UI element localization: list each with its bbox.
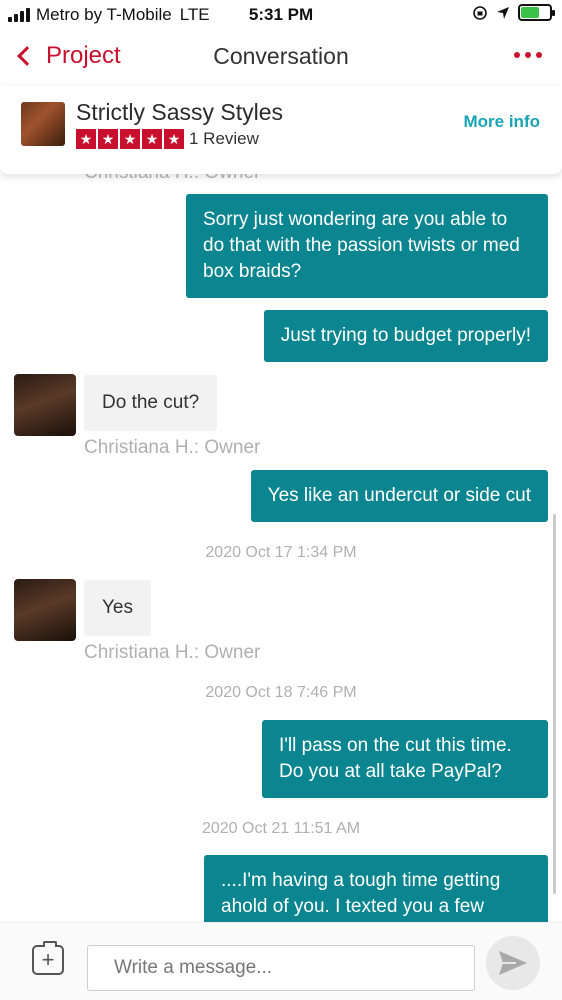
incoming-message[interactable]: Yes (84, 580, 151, 636)
sender-label: Christiana H.: Owner (84, 642, 261, 663)
composer: + (0, 922, 562, 1000)
timestamp: 2020 Oct 17 1:34 PM (205, 544, 357, 561)
outgoing-message[interactable]: Just trying to budget properly! (263, 310, 548, 362)
star-icon: ★ (120, 129, 140, 149)
dot-icon (525, 52, 531, 58)
star-icon: ★ (164, 129, 184, 149)
timestamp: 2020 Oct 21 11:51 AM (201, 820, 361, 837)
dot-icon (514, 52, 520, 58)
battery-icon (518, 4, 555, 21)
review-count[interactable]: 1 Review (189, 129, 259, 149)
message-list[interactable]: Christiana H.: Owner Sorry just wonderin… (0, 174, 562, 922)
outgoing-message[interactable]: ....I'm having a tough time getting ahol… (204, 855, 548, 922)
status-bar: Metro by T-Mobile LTE 5:31 PM (0, 0, 562, 30)
add-photo-button[interactable]: + (32, 941, 64, 975)
vendor-rating: ★ ★ ★ ★ ★ 1 Review (76, 129, 259, 149)
dot-icon (536, 52, 542, 58)
more-info-link[interactable]: More info (464, 112, 541, 132)
send-button[interactable] (486, 936, 540, 990)
avatar[interactable] (14, 374, 76, 436)
scrollbar[interactable] (553, 514, 556, 894)
star-icon: ★ (98, 129, 118, 149)
nav-bar: Project Conversation (0, 30, 562, 86)
incoming-message[interactable]: Do the cut? (84, 375, 218, 431)
plus-icon: + (41, 947, 55, 972)
vendor-avatar (21, 102, 65, 146)
orientation-lock-icon (473, 5, 487, 20)
sender-label: Christiana H.: Owner (84, 174, 260, 184)
vendor-card: Strictly Sassy Styles ★ ★ ★ ★ ★ 1 Review… (0, 86, 562, 174)
star-icon: ★ (142, 129, 162, 149)
avatar[interactable] (14, 579, 76, 641)
outgoing-message[interactable]: I'll pass on the cut this time. Do you a… (262, 720, 548, 798)
more-options-button[interactable] (514, 52, 542, 58)
location-icon (497, 6, 509, 19)
send-icon (499, 951, 527, 975)
star-icon: ★ (76, 129, 96, 149)
page-title: Conversation (213, 43, 349, 69)
vendor-name: Strictly Sassy Styles (76, 99, 284, 125)
message-input[interactable] (87, 945, 475, 991)
sender-label: Christiana H.: Owner (84, 437, 261, 458)
outgoing-message[interactable]: Yes like an undercut or side cut (250, 470, 548, 522)
status-right (472, 4, 555, 21)
timestamp: 2020 Oct 18 7:46 PM (205, 684, 357, 701)
outgoing-message[interactable]: Sorry just wondering are you able to do … (186, 194, 548, 298)
